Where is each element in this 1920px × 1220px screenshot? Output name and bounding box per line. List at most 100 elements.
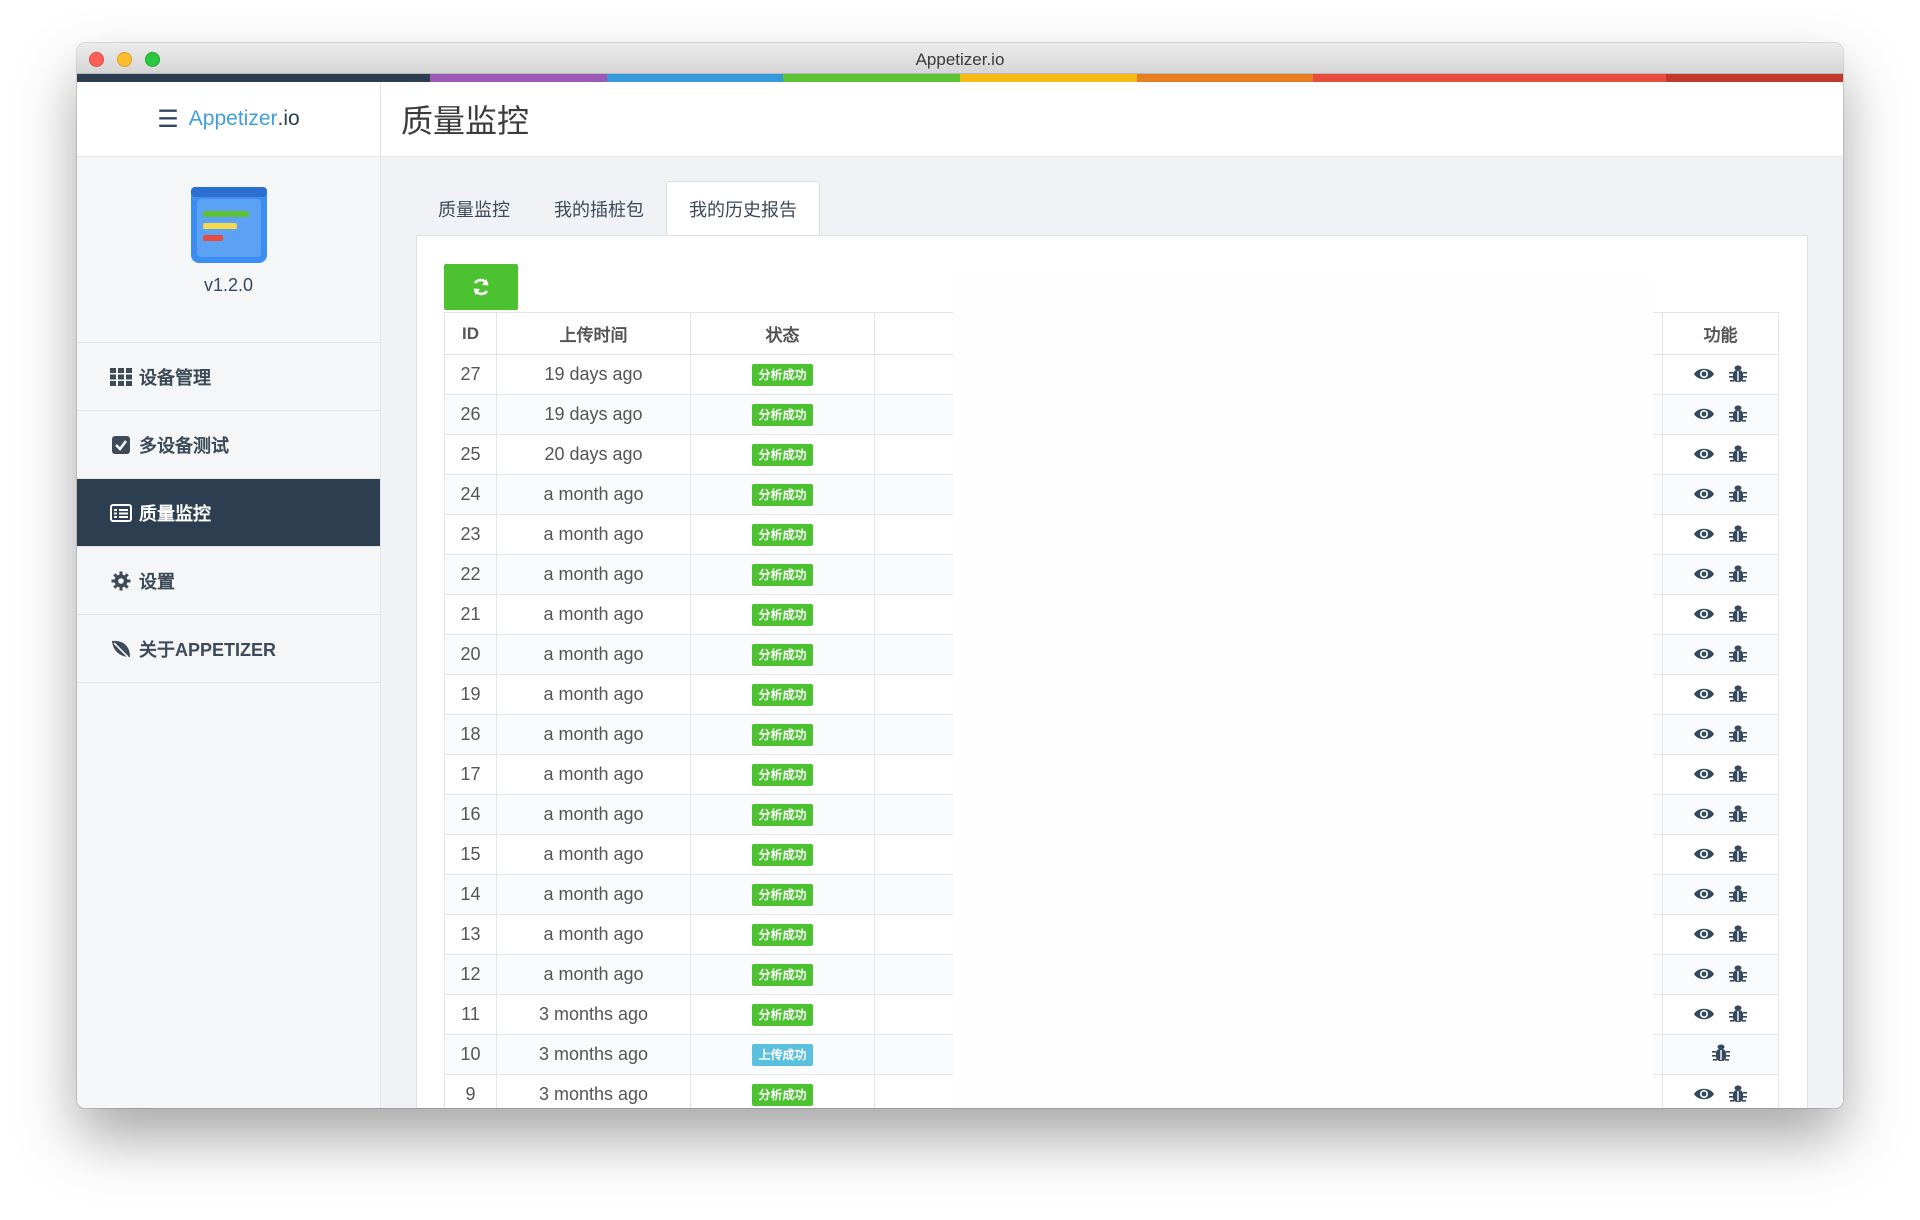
row-status: 分析成功 (690, 434, 875, 475)
sidebar-item-4[interactable]: 关于APPETIZER (77, 615, 380, 683)
bug-icon[interactable] (1726, 923, 1750, 945)
row-package-name (874, 794, 1251, 835)
bug-icon[interactable] (1726, 483, 1750, 505)
view-report-eye-icon[interactable] (1692, 643, 1716, 665)
table-row[interactable]: 21 a month ago 分析成功 (444, 594, 1779, 635)
bug-icon[interactable] (1726, 1083, 1750, 1105)
row-test-time (1378, 834, 1507, 875)
table-row[interactable]: 14 a month ago 分析成功 (444, 874, 1779, 915)
row-test-time (1378, 754, 1507, 795)
row-page-coverage (1506, 434, 1663, 475)
sidebar-item-label: 关于APPETIZER (139, 639, 277, 660)
status-badge: 分析成功 (752, 364, 813, 386)
menu-icon[interactable]: ☰ (157, 105, 179, 134)
view-report-eye-icon[interactable] (1692, 843, 1716, 865)
row-id: 27 (444, 354, 497, 395)
view-report-eye-icon[interactable] (1692, 883, 1716, 905)
bug-icon[interactable] (1726, 803, 1750, 825)
view-report-eye-icon[interactable] (1692, 603, 1716, 625)
brand-header: ☰ Appetizer .io (77, 82, 380, 157)
bug-icon[interactable] (1726, 883, 1750, 905)
table-row[interactable]: 93 months ago 分析成功 (444, 1074, 1779, 1108)
row-actions (1662, 354, 1779, 395)
row-package-name (874, 1074, 1251, 1108)
sidebar-item-3[interactable]: 设置 (77, 547, 380, 615)
view-report-eye-icon[interactable] (1692, 523, 1716, 545)
row-package-name (874, 714, 1251, 755)
bug-icon[interactable] (1709, 1042, 1733, 1064)
bug-icon[interactable] (1726, 1003, 1750, 1025)
bug-icon[interactable] (1726, 963, 1750, 985)
bug-icon[interactable] (1726, 723, 1750, 745)
view-report-eye-icon[interactable] (1692, 443, 1716, 465)
table-row[interactable]: 22 a month ago 分析成功 (444, 554, 1779, 595)
status-badge: 分析成功 (752, 644, 813, 666)
table-row[interactable]: 26 19 days ago 分析成功 (444, 394, 1779, 435)
row-issue-count (1250, 874, 1379, 915)
table-row[interactable]: 27 19 days ago 分析成功 (444, 354, 1779, 395)
table-row[interactable]: 15 a month ago 分析成功 (444, 834, 1779, 875)
row-actions (1662, 994, 1779, 1035)
view-report-eye-icon[interactable] (1692, 1003, 1716, 1025)
bug-icon[interactable] (1726, 523, 1750, 545)
tab-1[interactable]: 我的插桩包 (532, 181, 666, 236)
row-package-name (874, 594, 1251, 635)
row-issue-count (1250, 554, 1379, 595)
row-package-name (874, 474, 1251, 515)
row-status: 分析成功 (690, 994, 875, 1035)
sidebar-item-1[interactable]: 多设备测试 (77, 411, 380, 479)
table-row[interactable]: 10 3 months ago 上传成功 (444, 1034, 1779, 1075)
view-report-eye-icon[interactable] (1692, 683, 1716, 705)
view-report-eye-icon[interactable] (1692, 563, 1716, 585)
view-report-eye-icon[interactable] (1692, 763, 1716, 785)
row-test-time (1378, 874, 1507, 915)
row-package-name (874, 874, 1251, 915)
table-row[interactable]: 18 a month ago 分析成功 (444, 714, 1779, 755)
table-row[interactable]: 25 20 days ago 分析成功 (444, 434, 1779, 475)
table-row[interactable]: 11 3 months ago 分析成功 (444, 994, 1779, 1035)
tab-0[interactable]: 质量监控 (416, 181, 532, 236)
bug-icon[interactable] (1726, 403, 1750, 425)
table-row[interactable]: 17 a month ago 分析成功 (444, 754, 1779, 795)
row-actions (1662, 914, 1779, 955)
row-id: 15 (444, 834, 497, 875)
table-row[interactable]: 23 a month ago 分析成功 (444, 514, 1779, 555)
view-report-eye-icon[interactable] (1692, 363, 1716, 385)
color-bar-segment (1136, 74, 1314, 82)
status-badge: 分析成功 (752, 1004, 813, 1026)
row-issue-count (1250, 594, 1379, 635)
table-row[interactable]: 19 a month ago 分析成功 (444, 674, 1779, 715)
bug-icon[interactable] (1726, 363, 1750, 385)
tab-2[interactable]: 我的历史报告 (666, 181, 820, 236)
bug-icon[interactable] (1726, 643, 1750, 665)
view-report-eye-icon[interactable] (1692, 963, 1716, 985)
row-status: 分析成功 (690, 794, 875, 835)
table-row[interactable]: 24 a month ago 分析成功 (444, 474, 1779, 515)
view-report-eye-icon[interactable] (1692, 803, 1716, 825)
bug-icon[interactable] (1726, 563, 1750, 585)
sidebar-item-2[interactable]: 质量监控 (77, 479, 380, 547)
table-row[interactable]: 16 a month ago 分析成功 (444, 794, 1779, 835)
bug-icon[interactable] (1726, 763, 1750, 785)
sidebar-item-0[interactable]: 设备管理 (77, 343, 380, 411)
bug-icon[interactable] (1726, 603, 1750, 625)
row-id: 13 (444, 914, 497, 955)
view-report-eye-icon[interactable] (1692, 1083, 1716, 1105)
table-row[interactable]: 20 a month ago 分析成功 (444, 634, 1779, 675)
view-report-eye-icon[interactable] (1692, 403, 1716, 425)
row-package-name (874, 354, 1251, 395)
bug-icon[interactable] (1726, 683, 1750, 705)
view-report-eye-icon[interactable] (1692, 723, 1716, 745)
bug-icon[interactable] (1726, 443, 1750, 465)
table-row[interactable]: 12 a month ago 分析成功 (444, 954, 1779, 995)
row-issue-count (1250, 834, 1379, 875)
view-report-eye-icon[interactable] (1692, 483, 1716, 505)
table-row[interactable]: 13 a month ago 分析成功 (444, 914, 1779, 955)
row-package-name (874, 394, 1251, 435)
bug-icon[interactable] (1726, 843, 1750, 865)
view-report-eye-icon[interactable] (1692, 923, 1716, 945)
row-package-name (874, 954, 1251, 995)
app-logo-area: v1.2.0 (77, 157, 380, 343)
row-test-time (1378, 394, 1507, 435)
refresh-button[interactable] (444, 264, 518, 310)
